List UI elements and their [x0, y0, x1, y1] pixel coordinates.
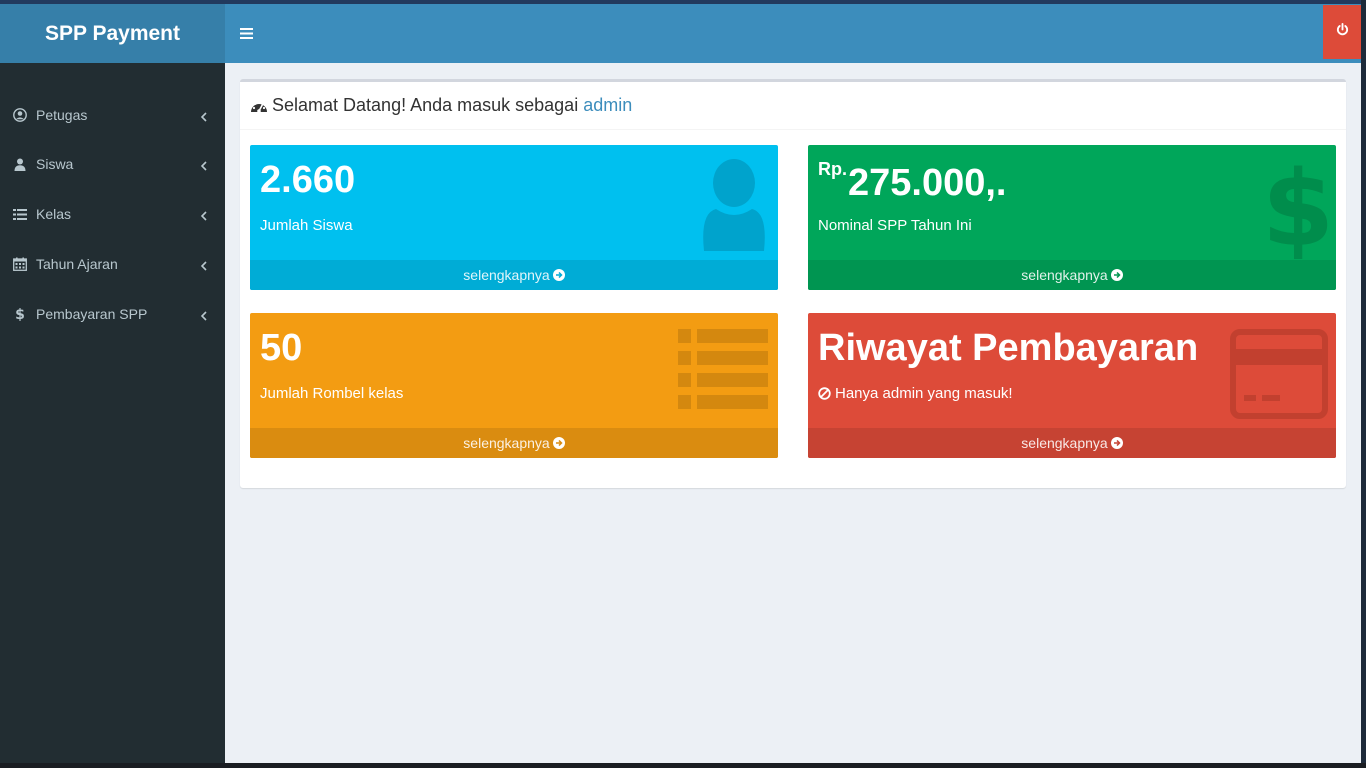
currency-prefix: Rp. [818, 159, 847, 179]
welcome-header: Selamat Datang! Anda masuk sebagai admin [240, 82, 1346, 130]
chevron-left-icon [200, 308, 207, 324]
logout-button[interactable] [1323, 5, 1361, 59]
sidebar-item-pembayaran-spp[interactable]: $ Pembayaran SPP [0, 289, 225, 339]
tile-value: Rp.275.000,. [818, 159, 1006, 205]
arrow-circle-right-icon [552, 437, 565, 449]
user-circle-icon [11, 106, 29, 124]
dollar-icon: $ [11, 305, 29, 323]
chevron-left-icon [200, 109, 207, 125]
sidebar-item-label: Kelas [36, 206, 72, 222]
footer-label: selengkapnya [1021, 267, 1108, 283]
sidebar-item-siswa[interactable]: Siswa [0, 139, 225, 189]
sidebar-item-label: Petugas [36, 107, 88, 123]
arrow-circle-right-icon [552, 269, 565, 281]
power-icon [1336, 23, 1349, 41]
more-info-link[interactable]: selengkapnya [250, 428, 778, 458]
tile-label: Hanya admin yang masuk! [818, 385, 1013, 402]
user-icon [11, 155, 29, 173]
chevron-left-icon [200, 208, 207, 224]
window-right-edge [1361, 0, 1366, 768]
top-navbar [225, 4, 1361, 63]
dashboard-icon [250, 98, 268, 114]
sidebar-item-label: Siswa [36, 156, 74, 172]
footer-label: selengkapnya [463, 435, 550, 451]
tile-label: Jumlah Rombel kelas [260, 385, 404, 402]
amount: 275.000,. [848, 162, 1007, 204]
sidebar-item-tahun-ajaran[interactable]: Tahun Ajaran [0, 239, 225, 289]
sidebar-toggle-button[interactable] [235, 21, 257, 45]
dollar-icon: $ [1262, 148, 1334, 270]
welcome-text: Selamat Datang! Anda masuk sebagai [272, 95, 579, 115]
sidebar-item-petugas[interactable]: Petugas [0, 90, 225, 140]
svg-text:$: $ [1268, 149, 1328, 259]
chevron-left-icon [200, 258, 207, 274]
sidebar-item-kelas[interactable]: Kelas [0, 189, 225, 239]
tile-value: Riwayat Pembayaran [818, 327, 1199, 369]
tile-jumlah-siswa: 2.660 Jumlah Siswa selengkapnya [250, 145, 778, 290]
app-window: SPP Payment Petugas Siswa Kelas Tahun Aj… [0, 4, 1361, 763]
arrow-circle-right-icon [1110, 437, 1123, 449]
footer-label: selengkapnya [463, 267, 550, 283]
more-info-link[interactable]: selengkapnya [808, 260, 1336, 290]
more-info-link[interactable]: selengkapnya [250, 260, 778, 290]
tile-riwayat-pembayaran: Riwayat Pembayaran Hanya admin yang masu… [808, 313, 1336, 458]
sidebar: Petugas Siswa Kelas Tahun Ajaran $ Pemba… [0, 63, 225, 763]
user-icon [698, 159, 770, 256]
sidebar-item-label: Pembayaran SPP [36, 306, 148, 322]
tile-value: 50 [260, 327, 303, 369]
list-icon [11, 205, 29, 223]
chevron-left-icon [200, 158, 207, 174]
svg-text:$: $ [15, 307, 25, 322]
ban-icon [818, 387, 831, 400]
sidebar-item-label: Tahun Ajaran [36, 256, 118, 272]
tile-label: Jumlah Siswa [260, 217, 353, 234]
credit-card-icon [1230, 329, 1328, 424]
list-icon [678, 329, 770, 416]
brand-logo[interactable]: SPP Payment [0, 4, 225, 63]
tile-value: 2.660 [260, 159, 356, 201]
bars-icon [239, 27, 253, 39]
footer-label: selengkapnya [1021, 435, 1108, 451]
calendar-icon [11, 255, 29, 273]
arrow-circle-right-icon [1110, 269, 1123, 281]
current-user-link[interactable]: admin [583, 95, 632, 116]
tile-label: Nominal SPP Tahun Ini [818, 217, 972, 234]
more-info-link[interactable]: selengkapnya [808, 428, 1336, 458]
tile-label-text: Hanya admin yang masuk! [835, 385, 1013, 402]
taskbar-edge [0, 763, 1366, 768]
tile-jumlah-rombel: 50 Jumlah Rombel kelas selengkapnya [250, 313, 778, 458]
dashboard-box: Selamat Datang! Anda masuk sebagai admin… [240, 79, 1346, 488]
tile-nominal-spp: $ Rp.275.000,. Nominal SPP Tahun Ini sel… [808, 145, 1336, 290]
